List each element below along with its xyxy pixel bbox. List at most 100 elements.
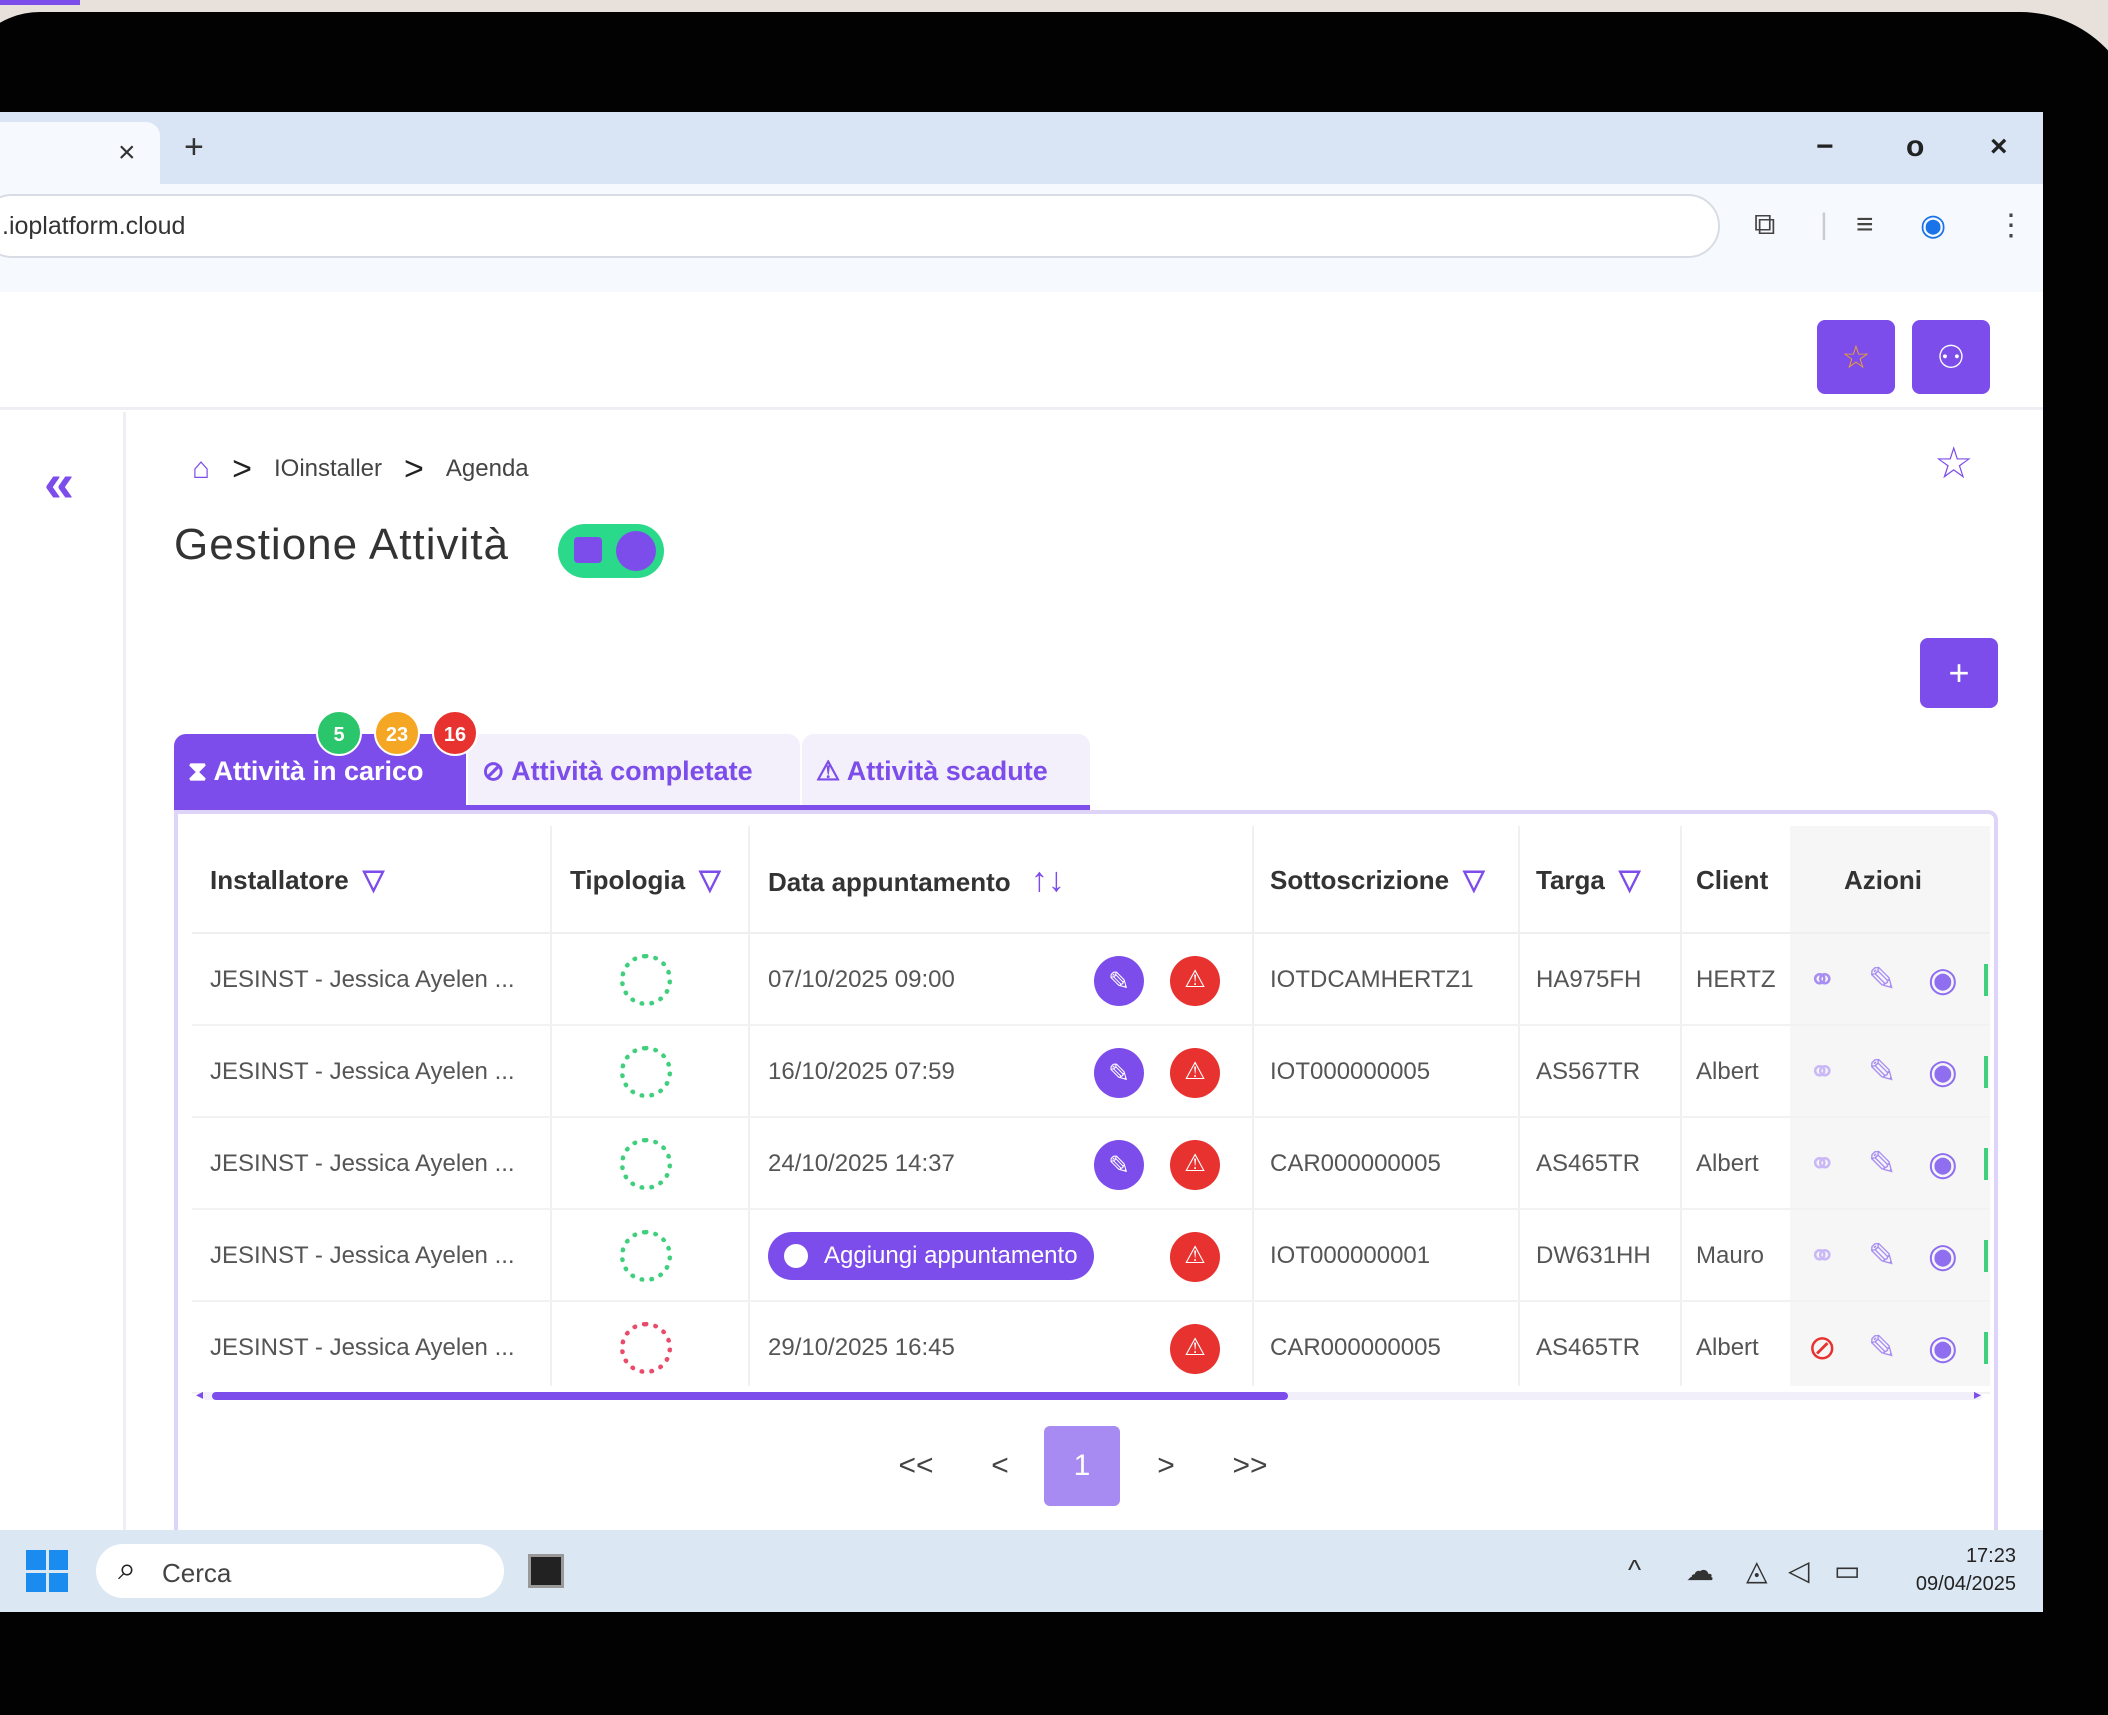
favorites-button[interactable]: ☆ xyxy=(1817,320,1895,394)
pencil-icon[interactable]: ✎ xyxy=(1868,956,1897,1004)
taskbar-search[interactable]: ⌕ Cerca xyxy=(96,1544,504,1598)
edit-appointment-icon[interactable]: ✎ xyxy=(1094,1048,1144,1098)
row-status-marker xyxy=(1984,1332,1988,1364)
page-1-button[interactable]: 1 xyxy=(1044,1426,1120,1506)
clock-date: 09/04/2025 xyxy=(1915,1573,2016,1595)
pagination: << < 1 > >> xyxy=(178,1426,1994,1506)
prev-page-button[interactable]: < xyxy=(962,1426,1038,1506)
column-header-client[interactable]: Client xyxy=(1696,826,1786,934)
browser-tab[interactable]: × xyxy=(0,122,160,184)
table-header: Installatore ▽ Tipologia ▽ Data appuntamen… xyxy=(192,826,1990,934)
breadcrumb-item-agenda[interactable]: Agenda xyxy=(446,455,529,483)
toolbar-divider: | xyxy=(1820,208,1828,241)
column-header-data-appuntamento[interactable]: Data appuntamento ↑↓ xyxy=(768,826,1065,934)
scroll-left-icon[interactable]: ◂ xyxy=(196,1386,203,1403)
breadcrumb-item-ioinstaller[interactable]: IOinstaller xyxy=(274,455,382,483)
edit-appointment-icon[interactable]: ✎ xyxy=(1094,1140,1144,1190)
sidebar: « xyxy=(0,412,126,1532)
scroll-thumb[interactable] xyxy=(212,1392,1288,1400)
cell-plate: AS465TR xyxy=(1536,1150,1641,1177)
sort-icon[interactable]: ↑↓ xyxy=(1031,861,1065,899)
favorite-page-icon[interactable]: ☆ xyxy=(1934,438,1973,489)
scroll-right-icon[interactable]: ▸ xyxy=(1974,1386,1981,1403)
eye-icon[interactable]: ◉ xyxy=(1928,1048,1958,1096)
taskbar-app-icon[interactable] xyxy=(528,1554,564,1588)
eye-icon[interactable]: ◉ xyxy=(1928,1140,1958,1188)
media-icon[interactable]: ≡ xyxy=(1856,208,1874,242)
close-tab-icon[interactable]: × xyxy=(118,136,136,170)
first-page-button[interactable]: << xyxy=(878,1426,954,1506)
restore-icon[interactable]: o xyxy=(1906,130,1924,164)
last-page-button[interactable]: >> xyxy=(1212,1426,1288,1506)
minimize-icon[interactable]: − xyxy=(1816,130,1834,164)
link-icon[interactable]: ⚭ xyxy=(1808,1140,1837,1188)
warning-icon[interactable]: ⚠ xyxy=(1170,1232,1220,1282)
edit-appointment-icon[interactable]: ✎ xyxy=(1094,956,1144,1006)
filter-icon[interactable]: ▽ xyxy=(699,864,721,895)
pencil-icon[interactable]: ✎ xyxy=(1868,1140,1897,1188)
home-icon[interactable]: ⌂ xyxy=(192,452,210,486)
calendar-view-toggle[interactable] xyxy=(558,524,664,578)
column-label: Installatore xyxy=(210,865,349,895)
column-header-installatore[interactable]: Installatore ▽ xyxy=(210,826,384,934)
horizontal-scrollbar[interactable]: ◂ ▸ xyxy=(196,1386,1982,1402)
cell-client: Albert xyxy=(1696,1150,1759,1177)
tray-chevron-icon[interactable]: ^ xyxy=(1628,1554,1641,1586)
warning-icon[interactable]: ⚠ xyxy=(1170,956,1220,1006)
new-tab-icon[interactable]: + xyxy=(184,128,204,167)
link-icon[interactable]: ⚭ xyxy=(1808,1232,1837,1280)
warning-icon[interactable]: ⚠ xyxy=(1170,1324,1220,1374)
cell-installer: JESINST - Jessica Ayelen ... xyxy=(210,1242,515,1269)
warning-icon[interactable]: ⚠ xyxy=(1170,1140,1220,1190)
close-window-icon[interactable]: × xyxy=(1990,130,2008,164)
filter-icon[interactable]: ▽ xyxy=(1463,864,1485,895)
row-status-marker xyxy=(1984,1056,1988,1088)
column-label: Tipologia xyxy=(570,865,686,895)
column-label: Targa xyxy=(1536,865,1605,895)
tab-completate[interactable]: ⊘ Attività completate xyxy=(468,734,800,808)
eye-icon[interactable]: ◉ xyxy=(1928,1232,1958,1280)
windows-start-icon[interactable] xyxy=(26,1550,68,1592)
battery-icon[interactable]: ▭ xyxy=(1834,1554,1860,1587)
cell-subscription: CAR000000005 xyxy=(1270,1150,1441,1177)
activity-type-icon xyxy=(620,954,672,1006)
extensions-icon[interactable]: ⧉ xyxy=(1754,208,1775,242)
next-page-button[interactable]: > xyxy=(1128,1426,1204,1506)
filter-icon[interactable]: ▽ xyxy=(1619,864,1641,895)
link-icon[interactable]: ⚭ xyxy=(1808,1048,1837,1096)
eye-icon[interactable]: ◉ xyxy=(1928,1324,1958,1372)
table-row[interactable]: JESINST - Jessica Ayelen ... 24/10/2025 … xyxy=(192,1118,1990,1210)
table-row[interactable]: JESINST - Jessica Ayelen ... 29/10/2025 … xyxy=(192,1302,1990,1394)
toggle-knob xyxy=(616,531,656,571)
collapse-sidebar-icon[interactable]: « xyxy=(44,452,74,514)
menu-dots-icon[interactable]: ⋮ xyxy=(1996,208,2026,243)
page-title: Gestione Attività xyxy=(174,520,509,569)
column-header-targa[interactable]: Targa ▽ xyxy=(1536,826,1640,934)
column-header-tipologia[interactable]: Tipologia ▽ xyxy=(570,826,721,934)
table-row[interactable]: JESINST - Jessica Ayelen ... 07/10/2025 … xyxy=(192,934,1990,1026)
add-activity-button[interactable]: + xyxy=(1920,638,1998,708)
pencil-icon[interactable]: ✎ xyxy=(1868,1232,1897,1280)
user-button[interactable]: ⚇ xyxy=(1912,320,1990,394)
cell-client: Albert xyxy=(1696,1334,1759,1361)
table-row[interactable]: JESINST - Jessica Ayelen ... Aggiungi ap… xyxy=(192,1210,1990,1302)
column-header-sottoscrizione[interactable]: Sottoscrizione ▽ xyxy=(1270,826,1485,934)
add-appointment-button[interactable]: Aggiungi appuntamento xyxy=(768,1232,1094,1280)
wifi-icon[interactable]: ◬ xyxy=(1746,1554,1768,1587)
table-row[interactable]: JESINST - Jessica Ayelen ... 16/10/2025 … xyxy=(192,1026,1990,1118)
tab-scadute[interactable]: ⚠ Attività scadute xyxy=(802,734,1090,808)
warning-icon[interactable]: ⚠ xyxy=(1170,1048,1220,1098)
breadcrumb-separator: > xyxy=(232,449,252,488)
system-clock[interactable]: 17:23 09/04/2025 xyxy=(1890,1542,2016,1598)
profile-icon[interactable]: ◉ xyxy=(1920,208,1946,243)
address-bar[interactable]: .ioplatform.cloud xyxy=(0,194,1720,258)
cloud-icon[interactable]: ☁ xyxy=(1686,1554,1714,1587)
volume-icon[interactable]: ◁ xyxy=(1788,1554,1810,1587)
column-label: Client xyxy=(1696,865,1769,895)
filter-icon[interactable]: ▽ xyxy=(363,864,385,895)
pencil-icon[interactable]: ✎ xyxy=(1868,1048,1897,1096)
eye-icon[interactable]: ◉ xyxy=(1928,956,1958,1004)
link-icon[interactable]: ⚭ xyxy=(1808,956,1837,1004)
pencil-icon[interactable]: ✎ xyxy=(1868,1324,1897,1372)
blocked-link-icon[interactable]: ⊘ xyxy=(1808,1324,1837,1372)
